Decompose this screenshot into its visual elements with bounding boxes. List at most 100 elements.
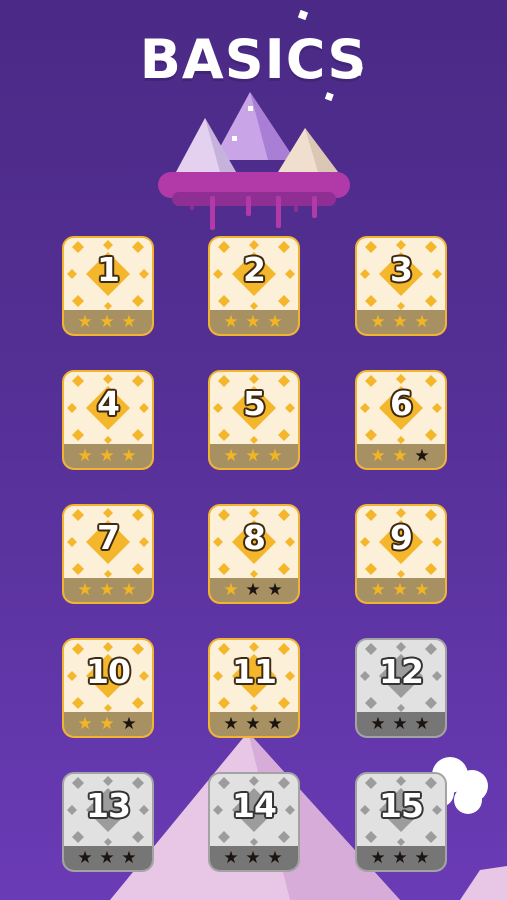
star-icon: ★	[99, 312, 117, 332]
level-number: 9	[390, 518, 413, 557]
level-tile-face: ★ ★ ★ 2	[208, 236, 300, 336]
star-tray: ★ ★ ★	[357, 310, 445, 334]
level-number: 2	[243, 250, 266, 289]
level-tile-10[interactable]: ★ ★ ★ 10	[62, 638, 154, 738]
level-tile-9[interactable]: ★ ★ ★ 9	[355, 504, 447, 604]
star-rating: ★ ★ ★	[64, 446, 152, 466]
star-icon: ★	[245, 714, 263, 734]
star-icon: ★	[370, 580, 388, 600]
star-icon: ★	[121, 714, 139, 734]
star-icon: ★	[414, 714, 432, 734]
star-icon: ★	[99, 714, 117, 734]
level-number: 13	[86, 786, 131, 825]
level-tile-face: ★ ★ ★ 12	[355, 638, 447, 738]
star-rating: ★ ★ ★	[64, 714, 152, 734]
star-rating: ★ ★ ★	[210, 312, 298, 332]
star-rating: ★ ★ ★	[357, 848, 445, 868]
star-rating: ★ ★ ★	[357, 312, 445, 332]
level-tile-face: ★ ★ ★ 6	[355, 370, 447, 470]
star-tray: ★ ★ ★	[357, 712, 445, 736]
star-tray: ★ ★ ★	[210, 444, 298, 468]
star-icon: ★	[223, 714, 241, 734]
star-tray: ★ ★ ★	[357, 846, 445, 870]
level-number: 3	[390, 250, 413, 289]
star-icon: ★	[392, 580, 410, 600]
level-tile-face: ★ ★ ★ 15	[355, 772, 447, 872]
star-icon: ★	[245, 580, 263, 600]
star-rating: ★ ★ ★	[64, 580, 152, 600]
level-tile-face: ★ ★ ★ 7	[62, 504, 154, 604]
star-icon: ★	[414, 848, 432, 868]
level-number: 6	[390, 384, 413, 423]
level-tile-2[interactable]: ★ ★ ★ 2	[208, 236, 300, 336]
star-icon: ★	[267, 312, 285, 332]
star-icon: ★	[414, 580, 432, 600]
star-icon: ★	[223, 312, 241, 332]
level-tile-6[interactable]: ★ ★ ★ 6	[355, 370, 447, 470]
level-tile-face: ★ ★ ★ 9	[355, 504, 447, 604]
level-tile-face: ★ ★ ★ 14	[208, 772, 300, 872]
level-number: 11	[232, 652, 277, 691]
star-icon: ★	[77, 312, 95, 332]
star-icon: ★	[414, 312, 432, 332]
level-tile-face: ★ ★ ★ 11	[208, 638, 300, 738]
level-tile-11[interactable]: ★ ★ ★ 11	[208, 638, 300, 738]
star-rating: ★ ★ ★	[357, 446, 445, 466]
star-tray: ★ ★ ★	[210, 310, 298, 334]
star-icon: ★	[267, 580, 285, 600]
star-icon: ★	[121, 848, 139, 868]
star-icon: ★	[77, 580, 95, 600]
star-tray: ★ ★ ★	[357, 578, 445, 602]
level-number: 12	[379, 652, 424, 691]
star-rating: ★ ★ ★	[357, 580, 445, 600]
star-tray: ★ ★ ★	[357, 444, 445, 468]
star-icon: ★	[77, 714, 95, 734]
star-icon: ★	[267, 714, 285, 734]
star-icon: ★	[121, 312, 139, 332]
level-tile-7[interactable]: ★ ★ ★ 7	[62, 504, 154, 604]
star-icon: ★	[267, 446, 285, 466]
star-rating: ★ ★ ★	[210, 848, 298, 868]
level-tile-14[interactable]: ★ ★ ★ 14	[208, 772, 300, 872]
star-icon: ★	[245, 446, 263, 466]
star-rating: ★ ★ ★	[64, 848, 152, 868]
star-icon: ★	[223, 580, 241, 600]
star-icon: ★	[370, 848, 388, 868]
star-tray: ★ ★ ★	[210, 712, 298, 736]
level-number: 4	[97, 384, 120, 423]
level-number: 10	[86, 652, 131, 691]
star-icon: ★	[392, 446, 410, 466]
star-tray: ★ ★ ★	[64, 712, 152, 736]
level-tile-12[interactable]: ★ ★ ★ 12	[355, 638, 447, 738]
star-tray: ★ ★ ★	[64, 846, 152, 870]
star-tray: ★ ★ ★	[210, 846, 298, 870]
level-tile-15[interactable]: ★ ★ ★ 15	[355, 772, 447, 872]
star-icon: ★	[392, 312, 410, 332]
level-number: 7	[97, 518, 120, 557]
star-tray: ★ ★ ★	[210, 578, 298, 602]
level-tile-8[interactable]: ★ ★ ★ 8	[208, 504, 300, 604]
star-tray: ★ ★ ★	[64, 578, 152, 602]
star-icon: ★	[370, 714, 388, 734]
level-tile-5[interactable]: ★ ★ ★ 5	[208, 370, 300, 470]
level-number: 14	[232, 786, 277, 825]
level-tile-3[interactable]: ★ ★ ★ 3	[355, 236, 447, 336]
level-number: 15	[379, 786, 424, 825]
star-icon: ★	[392, 714, 410, 734]
level-tile-1[interactable]: ★ ★ ★ 1	[62, 236, 154, 336]
level-number: 5	[243, 384, 266, 423]
page-title: BASICS	[139, 28, 368, 91]
level-tile-4[interactable]: ★ ★ ★ 4	[62, 370, 154, 470]
level-number: 8	[243, 518, 266, 557]
star-icon: ★	[99, 580, 117, 600]
star-rating: ★ ★ ★	[64, 312, 152, 332]
star-icon: ★	[121, 580, 139, 600]
level-tile-face: ★ ★ ★ 5	[208, 370, 300, 470]
star-icon: ★	[77, 848, 95, 868]
star-icon: ★	[370, 312, 388, 332]
star-icon: ★	[392, 848, 410, 868]
star-icon: ★	[223, 848, 241, 868]
star-icon: ★	[370, 446, 388, 466]
star-tray: ★ ★ ★	[64, 310, 152, 334]
level-tile-13[interactable]: ★ ★ ★ 13	[62, 772, 154, 872]
